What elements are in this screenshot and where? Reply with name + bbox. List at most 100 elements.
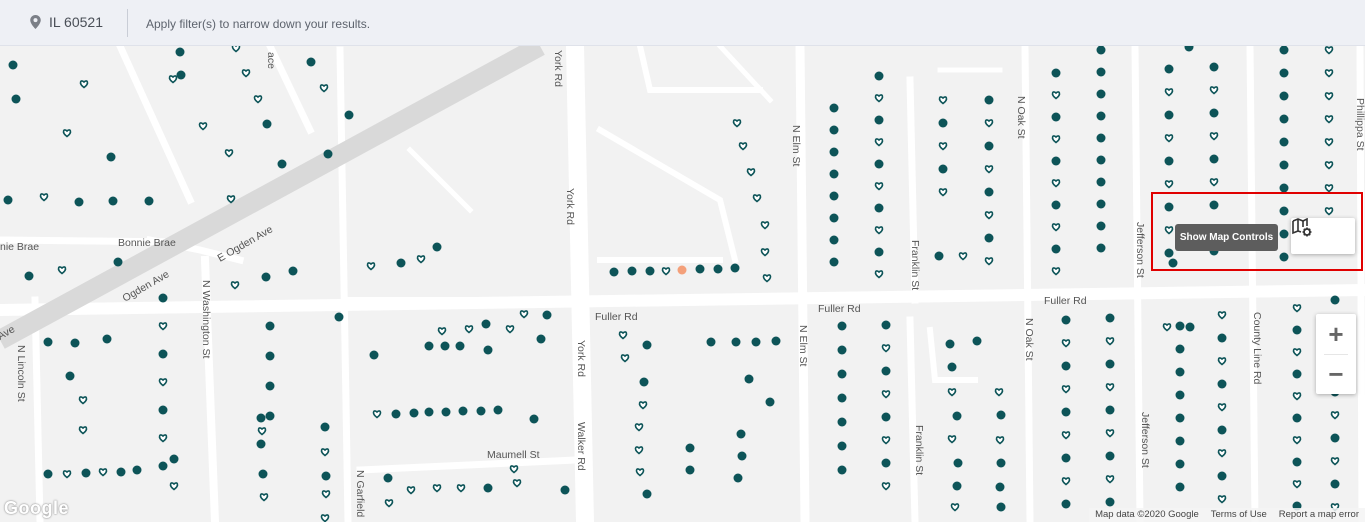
property-marker[interactable] bbox=[1175, 413, 1185, 423]
property-marker[interactable] bbox=[881, 366, 891, 376]
saved-property-marker[interactable] bbox=[158, 434, 168, 443]
saved-property-marker[interactable] bbox=[384, 499, 394, 508]
property-marker[interactable] bbox=[1096, 177, 1106, 187]
saved-property-marker[interactable] bbox=[634, 423, 644, 432]
property-marker[interactable] bbox=[952, 411, 962, 421]
property-marker[interactable] bbox=[158, 461, 168, 471]
saved-property-marker[interactable] bbox=[938, 96, 948, 105]
saved-property-marker[interactable] bbox=[464, 325, 474, 334]
property-marker[interactable] bbox=[108, 196, 118, 206]
saved-property-marker[interactable] bbox=[1324, 92, 1334, 101]
property-marker[interactable] bbox=[685, 465, 695, 475]
property-marker[interactable] bbox=[995, 482, 1005, 492]
property-marker[interactable] bbox=[1292, 369, 1302, 379]
property-marker[interactable] bbox=[736, 429, 746, 439]
saved-property-marker[interactable] bbox=[1051, 267, 1061, 276]
property-marker[interactable] bbox=[1096, 89, 1106, 99]
property-marker[interactable] bbox=[1330, 433, 1340, 443]
property-marker[interactable] bbox=[996, 410, 1006, 420]
property-marker[interactable] bbox=[1051, 68, 1061, 78]
property-marker[interactable] bbox=[713, 264, 723, 274]
property-marker[interactable] bbox=[261, 272, 271, 282]
saved-property-marker[interactable] bbox=[874, 138, 884, 147]
saved-property-marker[interactable] bbox=[1324, 69, 1334, 78]
property-marker[interactable] bbox=[645, 266, 655, 276]
saved-property-marker[interactable] bbox=[1217, 311, 1227, 320]
show-map-controls-button[interactable] bbox=[1291, 218, 1355, 254]
saved-property-marker[interactable] bbox=[1324, 115, 1334, 124]
saved-property-marker[interactable] bbox=[1324, 161, 1334, 170]
property-marker[interactable] bbox=[116, 467, 126, 477]
saved-property-marker[interactable] bbox=[1324, 138, 1334, 147]
saved-property-marker[interactable] bbox=[760, 248, 770, 257]
saved-property-marker[interactable] bbox=[62, 470, 72, 479]
property-marker[interactable] bbox=[455, 341, 465, 351]
property-marker[interactable] bbox=[947, 362, 957, 372]
saved-property-marker[interactable] bbox=[1105, 429, 1115, 438]
saved-property-marker[interactable] bbox=[1209, 178, 1219, 187]
property-marker[interactable] bbox=[642, 489, 652, 499]
saved-property-marker[interactable] bbox=[881, 482, 891, 491]
property-marker[interactable] bbox=[737, 451, 747, 461]
saved-property-marker[interactable] bbox=[1051, 135, 1061, 144]
property-marker[interactable] bbox=[837, 321, 847, 331]
saved-property-marker[interactable] bbox=[1217, 495, 1227, 504]
property-marker[interactable] bbox=[24, 271, 34, 281]
property-marker[interactable] bbox=[1292, 325, 1302, 335]
saved-property-marker[interactable] bbox=[984, 211, 994, 220]
saved-property-marker[interactable] bbox=[432, 484, 442, 493]
saved-property-marker[interactable] bbox=[320, 448, 330, 457]
property-marker[interactable] bbox=[706, 337, 716, 347]
property-marker[interactable] bbox=[11, 94, 21, 104]
saved-property-marker[interactable] bbox=[1105, 383, 1115, 392]
property-marker[interactable] bbox=[1061, 453, 1071, 463]
property-marker[interactable] bbox=[984, 187, 994, 197]
report-error-link[interactable]: Report a map error bbox=[1273, 508, 1365, 522]
saved-property-marker[interactable] bbox=[1292, 304, 1302, 313]
saved-property-marker[interactable] bbox=[78, 426, 88, 435]
saved-property-marker[interactable] bbox=[226, 195, 236, 204]
saved-property-marker[interactable] bbox=[938, 142, 948, 151]
saved-property-marker[interactable] bbox=[257, 427, 267, 436]
property-marker[interactable] bbox=[829, 235, 839, 245]
property-marker[interactable] bbox=[642, 340, 652, 350]
property-marker[interactable] bbox=[1164, 64, 1174, 74]
saved-property-marker[interactable] bbox=[230, 281, 240, 290]
saved-property-marker[interactable] bbox=[509, 465, 519, 474]
property-marker[interactable] bbox=[1279, 114, 1289, 124]
property-marker[interactable] bbox=[744, 374, 754, 384]
property-marker[interactable] bbox=[1096, 67, 1106, 77]
property-marker[interactable] bbox=[1217, 379, 1227, 389]
saved-property-marker[interactable] bbox=[1217, 357, 1227, 366]
property-marker[interactable] bbox=[972, 336, 982, 346]
property-marker[interactable] bbox=[984, 141, 994, 151]
saved-property-marker[interactable] bbox=[635, 468, 645, 477]
property-marker[interactable] bbox=[169, 454, 179, 464]
property-marker[interactable] bbox=[458, 406, 468, 416]
saved-property-marker[interactable] bbox=[372, 410, 382, 419]
property-marker[interactable] bbox=[731, 337, 741, 347]
saved-property-marker[interactable] bbox=[1217, 403, 1227, 412]
property-marker[interactable] bbox=[934, 251, 944, 261]
terms-link[interactable]: Terms of Use bbox=[1205, 508, 1273, 522]
property-marker[interactable] bbox=[1061, 407, 1071, 417]
property-marker[interactable] bbox=[1217, 333, 1227, 343]
saved-property-marker[interactable] bbox=[512, 479, 522, 488]
property-marker[interactable] bbox=[829, 257, 839, 267]
saved-property-marker[interactable] bbox=[732, 119, 742, 128]
saved-property-marker[interactable] bbox=[1292, 348, 1302, 357]
saved-property-marker[interactable] bbox=[1164, 134, 1174, 143]
property-marker[interactable] bbox=[43, 337, 53, 347]
saved-property-marker[interactable] bbox=[259, 493, 269, 502]
property-marker[interactable] bbox=[1051, 200, 1061, 210]
property-marker[interactable] bbox=[144, 196, 154, 206]
property-marker[interactable] bbox=[440, 341, 450, 351]
property-marker[interactable] bbox=[1105, 451, 1115, 461]
saved-property-marker[interactable] bbox=[1162, 323, 1172, 332]
property-marker[interactable] bbox=[938, 164, 948, 174]
saved-property-marker[interactable] bbox=[62, 129, 72, 138]
property-marker[interactable] bbox=[1164, 156, 1174, 166]
saved-property-marker[interactable] bbox=[881, 390, 891, 399]
property-marker[interactable] bbox=[106, 152, 116, 162]
property-marker[interactable] bbox=[829, 213, 839, 223]
